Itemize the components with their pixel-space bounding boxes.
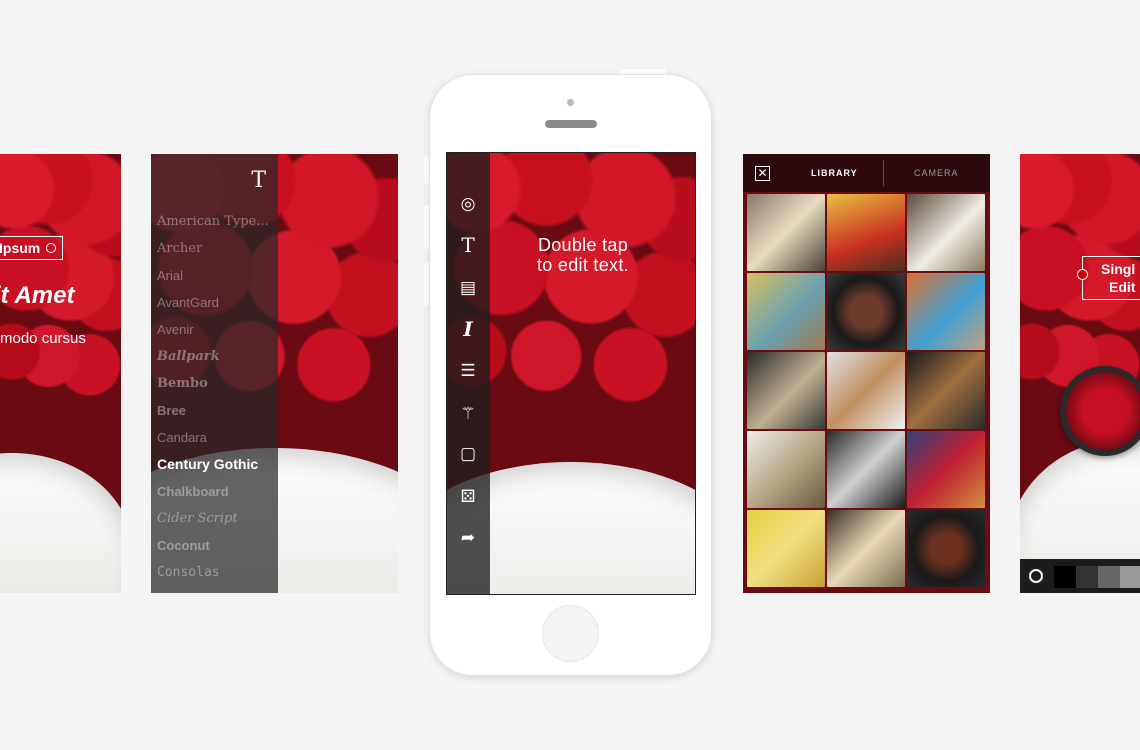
font-item[interactable]: Archer: [157, 235, 269, 262]
photo-thumbnail[interactable]: [907, 194, 985, 271]
font-item[interactable]: Bembo: [157, 370, 269, 397]
text-box-line-1: Singl: [1101, 261, 1136, 277]
photo-thumbnail[interactable]: [747, 510, 825, 587]
font-item-selected[interactable]: Century Gothic: [157, 451, 269, 478]
screen-single-edit: Singl Edit: [1020, 154, 1140, 593]
resize-handle-icon[interactable]: [1077, 269, 1088, 280]
text-box-selected[interactable]: Ipsum: [0, 236, 64, 260]
font-item[interactable]: AvantGard: [157, 289, 269, 316]
photo-thumbnail[interactable]: [747, 431, 825, 508]
target-icon[interactable]: ◎: [457, 193, 479, 215]
screen-font-picker: T American Type... Archer Arial AvantGar…: [151, 154, 398, 593]
font-item[interactable]: Candara: [157, 424, 269, 451]
photo-thumbnail[interactable]: [747, 352, 825, 429]
align-center-icon[interactable]: ☰: [457, 360, 479, 382]
photo-grid: [747, 194, 985, 587]
hint-line-1: Double tap: [537, 235, 629, 255]
color-swatch[interactable]: [1120, 566, 1140, 588]
text-box-selected[interactable]: Singl Edit: [1077, 256, 1140, 300]
font-item[interactable]: Cider Script: [157, 505, 269, 532]
font-item[interactable]: Arial: [157, 262, 269, 289]
photo-thumbnail[interactable]: [747, 273, 825, 350]
font-item[interactable]: Bree: [157, 397, 269, 424]
magnifier-loupe: [1060, 366, 1140, 456]
crop-frame-icon[interactable]: ▢: [457, 443, 479, 465]
color-swatch[interactable]: [1098, 566, 1120, 588]
font-item[interactable]: Avenir: [157, 316, 269, 343]
font-item[interactable]: Chalkboard: [157, 478, 269, 505]
photo-thumbnail[interactable]: [907, 431, 985, 508]
hint-line-2: to edit text.: [537, 255, 629, 275]
resize-handle-icon[interactable]: [46, 243, 57, 253]
photo-thumbnail[interactable]: [907, 273, 985, 350]
text-box-line-2: Edit: [1109, 279, 1136, 295]
text-box-label: Ipsum: [0, 240, 41, 256]
dice-icon[interactable]: ⚄: [457, 486, 479, 508]
calendar-icon[interactable]: ▤: [457, 277, 479, 299]
front-camera: [567, 99, 574, 106]
text-tool-icon[interactable]: T: [251, 168, 266, 193]
magic-wand-icon[interactable]: ⚚: [457, 403, 479, 425]
text-tool-icon[interactable]: T: [457, 234, 479, 256]
photo-thumbnail[interactable]: [907, 510, 985, 587]
photo-thumbnail[interactable]: [827, 510, 905, 587]
font-item[interactable]: Ballpark: [157, 343, 269, 370]
font-item[interactable]: American Type...: [157, 208, 269, 235]
library-header: ✕ LIBRARY CAMERA: [743, 154, 990, 192]
tab-library[interactable]: LIBRARY: [811, 168, 858, 178]
earpiece-speaker: [545, 120, 597, 128]
photo-thumbnail[interactable]: [827, 352, 905, 429]
photo-thumbnail[interactable]: [907, 352, 985, 429]
close-button[interactable]: ✕: [755, 166, 770, 181]
screen-text-overlay-preview: Ipsum it Amet modo cursus: [0, 154, 121, 593]
screen-editor-main: ◎ T ▤ I ☰ ⚚ ▢ ⚄ ➦ Double tap to edit tex…: [446, 152, 696, 595]
overlay-title-text[interactable]: it Amet: [0, 282, 74, 310]
photo-thumbnail[interactable]: [827, 273, 905, 350]
color-picker-icon[interactable]: [1029, 569, 1043, 583]
color-swatch[interactable]: [1054, 566, 1076, 588]
share-icon[interactable]: ➦: [457, 527, 479, 549]
tab-camera[interactable]: CAMERA: [914, 168, 959, 178]
font-item[interactable]: Coconut: [157, 532, 269, 559]
photo-thumbnail[interactable]: [827, 431, 905, 508]
font-item[interactable]: Consolas: [157, 559, 269, 586]
home-button[interactable]: [542, 605, 599, 662]
font-list: American Type... Archer Arial AvantGard …: [157, 208, 269, 586]
tab-divider: [883, 160, 884, 186]
photo-thumbnail[interactable]: [827, 194, 905, 271]
overlay-body-text[interactable]: modo cursus: [0, 330, 86, 347]
photo-thumbnail[interactable]: [747, 194, 825, 271]
color-swatches: [1054, 566, 1140, 588]
double-tap-hint[interactable]: Double tap to edit text.: [537, 235, 629, 275]
color-swatch[interactable]: [1076, 566, 1098, 588]
font-list-panel: T American Type... Archer Arial AvantGar…: [151, 154, 278, 593]
color-bar: [1020, 559, 1140, 593]
italic-icon[interactable]: I: [457, 318, 479, 340]
editor-toolbar: ◎ T ▤ I ☰ ⚚ ▢ ⚄ ➦: [447, 153, 490, 594]
screen-photo-library: ✕ LIBRARY CAMERA: [743, 154, 990, 593]
